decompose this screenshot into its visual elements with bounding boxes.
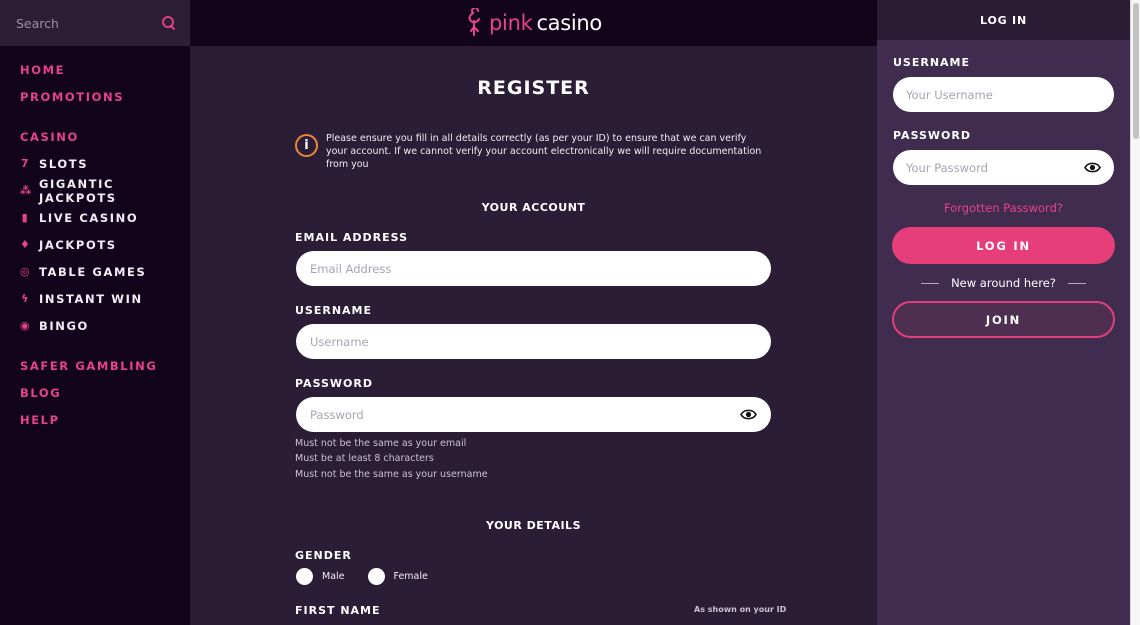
sidebar-item-bingo[interactable]: ◉ BINGO <box>0 312 190 339</box>
login-username-label: USERNAME <box>893 56 971 69</box>
sidebar-item-jackpots[interactable]: ♦ JACKPOTS <box>0 231 190 258</box>
password-hint: Must not be the same as your username <box>295 468 488 480</box>
gender-label: GENDER <box>295 549 352 562</box>
page: HOME PROMOTIONS CASINO 7 SLOTS ⁂ GIGANTI… <box>0 0 1140 625</box>
username-field-wrapper <box>296 324 771 359</box>
password-hints: Must not be the same as your email Must … <box>295 436 488 482</box>
sidebar-item-gigantic-jackpots[interactable]: ⁂ GIGANTIC JACKPOTS <box>0 176 190 205</box>
new-around-text: New around here? <box>951 276 1056 290</box>
login-panel: LOG IN USERNAME PASSWORD Forgotten Passw… <box>877 0 1130 625</box>
notice-text: Please ensure you fill in all details co… <box>326 133 762 170</box>
sidebar-item-promotions[interactable]: PROMOTIONS <box>0 83 190 110</box>
section-title-your-account: YOUR ACCOUNT <box>481 201 586 214</box>
password-hint: Must not be the same as your email <box>295 438 467 449</box>
join-button[interactable]: JOIN <box>892 301 1115 338</box>
gigantic-jackpots-icon: ⁂ <box>20 184 33 197</box>
first-name-label: FIRST NAME <box>295 604 381 617</box>
login-button[interactable]: LOG IN <box>892 227 1115 264</box>
divider-line <box>1067 282 1086 284</box>
sidebar-item-label: GIGANTIC JACKPOTS <box>39 176 117 205</box>
sidebar-item-casino[interactable]: CASINO <box>0 123 190 150</box>
sidebar-item-label: BINGO <box>39 318 89 333</box>
sidebar-item-home[interactable]: HOME <box>0 56 190 83</box>
email-label: EMAIL ADDRESS <box>295 231 409 244</box>
logo-text-casino: casino <box>536 11 602 35</box>
divider-line <box>921 282 940 284</box>
header: pink casino <box>190 0 877 46</box>
login-password-label: PASSWORD <box>893 129 972 142</box>
eye-icon[interactable] <box>1084 162 1101 173</box>
email-field-wrapper <box>296 251 771 286</box>
password-label: PASSWORD <box>295 377 374 390</box>
sidebar-item-table-games[interactable]: ◎ TABLE GAMES <box>0 258 190 285</box>
password-hint: Must be at least 8 characters <box>295 453 434 465</box>
sidebar-item-help[interactable]: HELP <box>0 406 190 433</box>
register-form: REGISTER i Please ensure you fill in all… <box>190 46 877 625</box>
page-title: REGISTER <box>477 77 590 99</box>
login-password-wrapper <box>893 150 1114 185</box>
email-field[interactable] <box>310 261 757 276</box>
diamond-icon: ♦ <box>20 238 32 251</box>
bingo-ball-icon: ◉ <box>20 319 32 332</box>
password-field-wrapper <box>296 397 771 432</box>
info-notice: i Please ensure you fill in all details … <box>295 132 765 171</box>
search-bar <box>0 0 190 46</box>
login-password-input[interactable] <box>906 160 1084 175</box>
info-icon: i <box>295 134 318 157</box>
sidebar-item-label: SLOTS <box>39 156 89 171</box>
first-name-note: As shown on your ID <box>694 605 787 614</box>
sidebar-nav: HOME PROMOTIONS CASINO 7 SLOTS ⁂ GIGANTI… <box>0 46 190 433</box>
gender-radio-female[interactable] <box>367 568 385 585</box>
gender-radio-group: Male Female <box>296 568 451 585</box>
logo-text-pink: pink <box>489 11 533 35</box>
logo[interactable]: pink casino <box>465 8 602 38</box>
sidebar-item-live-casino[interactable]: ▮ LIVE CASINO <box>0 204 190 231</box>
gender-option-label: Male <box>322 571 345 582</box>
sidebar-item-blog[interactable]: BLOG <box>0 379 190 406</box>
scrollbar[interactable] <box>1130 0 1140 625</box>
search-input[interactable] <box>16 15 146 31</box>
sidebar-item-safer-gambling[interactable]: SAFER GAMBLING <box>0 352 190 379</box>
scrollbar-thumb[interactable] <box>1133 3 1139 139</box>
search-icon[interactable] <box>162 16 176 30</box>
gender-option-label: Female <box>393 571 428 582</box>
flamingo-icon <box>468 8 480 36</box>
sidebar-item-label: JACKPOTS <box>39 237 117 252</box>
sidebar: HOME PROMOTIONS CASINO 7 SLOTS ⁂ GIGANTI… <box>0 0 190 625</box>
forgotten-password-link[interactable]: Forgotten Password? <box>877 201 1130 215</box>
login-username-input[interactable] <box>906 87 1101 102</box>
new-around-divider: New around here? <box>877 276 1130 290</box>
slot-seven-icon: 7 <box>20 157 31 170</box>
gender-radio-male[interactable] <box>296 568 313 585</box>
username-label: USERNAME <box>295 304 373 317</box>
lightning-icon: ϟ <box>21 292 30 305</box>
eye-icon[interactable] <box>740 409 757 420</box>
playing-card-icon: ▮ <box>21 211 30 224</box>
section-title-your-details: YOUR DETAILS <box>486 519 581 532</box>
username-field[interactable] <box>310 334 757 349</box>
sidebar-item-label: INSTANT WIN <box>39 291 143 306</box>
sidebar-item-slots[interactable]: 7 SLOTS <box>0 150 190 177</box>
roulette-icon: ◎ <box>20 265 32 278</box>
sidebar-item-label: TABLE GAMES <box>39 264 147 279</box>
password-field[interactable] <box>310 407 740 422</box>
sidebar-item-instant-win[interactable]: ϟ INSTANT WIN <box>0 285 190 312</box>
sidebar-item-label: LIVE CASINO <box>39 210 139 225</box>
login-panel-title: LOG IN <box>877 0 1130 40</box>
login-username-wrapper <box>893 77 1114 112</box>
